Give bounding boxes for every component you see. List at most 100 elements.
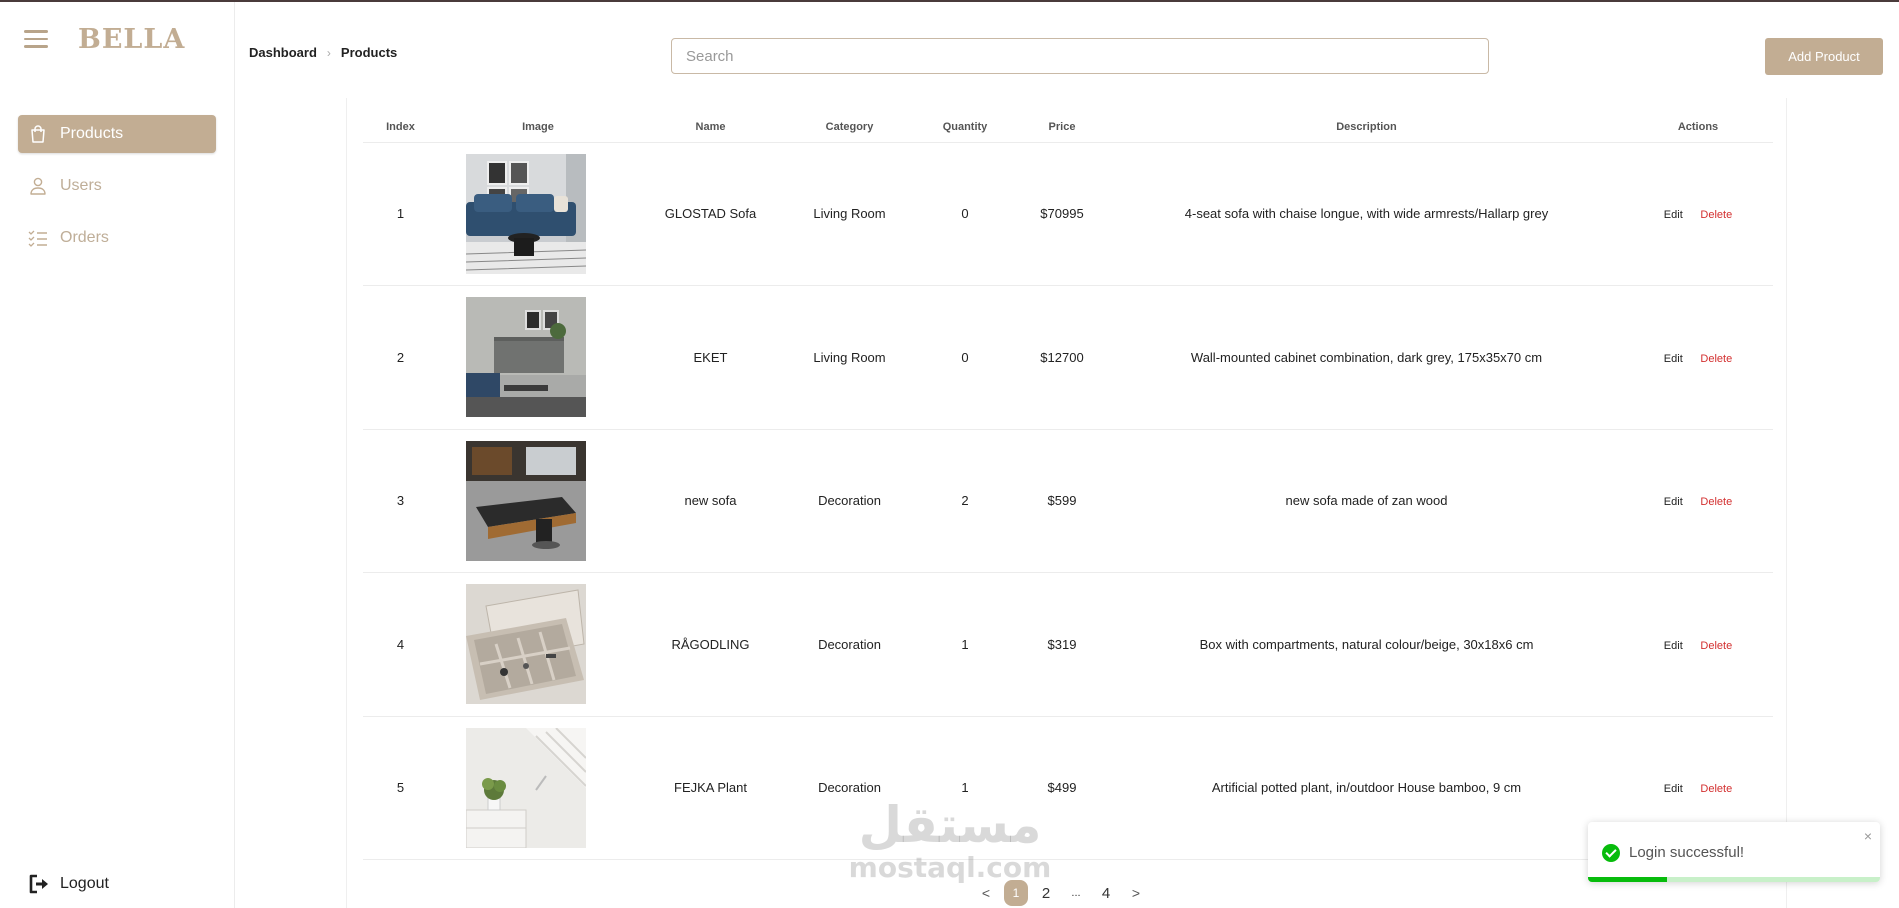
column-header-actions: Actions — [1623, 112, 1773, 143]
check-circle-icon — [1602, 844, 1620, 862]
pagination-next-button[interactable]: > — [1124, 880, 1148, 906]
shopping-bag-icon — [28, 124, 48, 144]
cell-quantity: 1 — [916, 572, 1014, 717]
menu-toggle-icon[interactable] — [24, 30, 48, 48]
sidebar-item-products[interactable]: Products — [18, 115, 216, 153]
add-product-button[interactable]: Add Product — [1765, 38, 1883, 75]
column-header-quantity: Quantity — [916, 112, 1014, 143]
pagination-page-1[interactable]: 1 — [1004, 880, 1028, 906]
cell-index: 4 — [363, 572, 438, 717]
cell-description: Artificial potted plant, in/outdoor Hous… — [1110, 716, 1623, 860]
cell-name: RÅGODLING — [638, 572, 783, 717]
product-image — [466, 727, 586, 848]
delete-button[interactable]: Delete — [1700, 783, 1732, 795]
sidebar-nav: Products Users Orders — [18, 115, 216, 271]
logout-label: Logout — [60, 875, 109, 892]
user-icon — [28, 176, 48, 196]
column-header-name: Name — [638, 112, 783, 143]
delete-button[interactable]: Delete — [1700, 640, 1732, 652]
breadcrumb: Dashboard › Products — [249, 45, 397, 60]
cell-price: $70995 — [1014, 142, 1110, 286]
cell-index: 3 — [363, 429, 438, 573]
cell-category: Decoration — [783, 716, 916, 860]
cell-name: new sofa — [638, 429, 783, 573]
column-header-category: Category — [783, 112, 916, 143]
pagination-prev-button[interactable]: < — [974, 880, 998, 906]
edit-button[interactable]: Edit — [1664, 496, 1683, 508]
pagination-page-2[interactable]: 2 — [1034, 880, 1058, 906]
cell-name: FEJKA Plant — [638, 716, 783, 860]
cell-description: Wall-mounted cabinet combination, dark g… — [1110, 285, 1623, 430]
breadcrumb-dashboard[interactable]: Dashboard — [249, 45, 317, 60]
sidebar-item-label: Orders — [60, 229, 109, 246]
table-row: 2 EKET Living Room 0 $12700 Wall-mounted… — [363, 285, 1773, 430]
edit-button[interactable]: Edit — [1664, 783, 1683, 795]
cell-price: $319 — [1014, 572, 1110, 717]
column-header-description: Description — [1110, 112, 1623, 143]
column-header-index: Index — [363, 112, 438, 143]
product-image — [466, 297, 586, 418]
products-table: Index Image Name Category Quantity Price… — [363, 112, 1773, 860]
product-image — [466, 440, 586, 561]
search-input[interactable] — [671, 38, 1489, 74]
cell-index: 2 — [363, 285, 438, 430]
toast-message: Login successful! — [1629, 844, 1745, 861]
logout-button[interactable]: Logout — [28, 874, 109, 894]
cell-price: $12700 — [1014, 285, 1110, 430]
toast-progress-bar — [1588, 877, 1667, 882]
table-row: 4 RÅGODLING Decoration 1 $319 Box with c… — [363, 572, 1773, 717]
table-row: 5 FEJKA Plant Decoration 1 $499 Artifici… — [363, 716, 1773, 860]
sidebar-item-label: Users — [60, 177, 102, 194]
delete-button[interactable]: Delete — [1700, 496, 1732, 508]
delete-button[interactable]: Delete — [1700, 209, 1732, 221]
column-header-price: Price — [1014, 112, 1110, 143]
cell-actions: Edit Delete — [1623, 142, 1773, 286]
cell-price: $599 — [1014, 429, 1110, 573]
column-header-image: Image — [438, 112, 638, 143]
cell-quantity: 1 — [916, 716, 1014, 860]
cell-quantity: 0 — [916, 285, 1014, 430]
cell-actions: Edit Delete — [1623, 285, 1773, 430]
product-image — [466, 584, 586, 705]
table-row: 1 GLOSTAD Sofa Living Room 0 $70995 4-se… — [363, 142, 1773, 286]
sidebar-item-orders[interactable]: Orders — [18, 219, 216, 257]
cell-index: 1 — [363, 142, 438, 286]
logout-icon — [29, 874, 48, 894]
toast-notification: Login successful! × — [1588, 822, 1880, 882]
cell-description: new sofa made of zan wood — [1110, 429, 1623, 573]
close-icon[interactable]: × — [1864, 828, 1872, 844]
pagination-ellipsis: ... — [1071, 887, 1081, 899]
checklist-icon — [28, 228, 48, 248]
cell-index: 5 — [363, 716, 438, 860]
toast-progress-track — [1588, 877, 1880, 882]
pagination: < 1 2 ... 4 > — [974, 880, 1154, 906]
sidebar: BELLA Products Users Orders Logout — [0, 2, 235, 908]
edit-button[interactable]: Edit — [1664, 353, 1683, 365]
edit-button[interactable]: Edit — [1664, 640, 1683, 652]
table-row: 3 new sofa Decoration 2 $599 new sofa ma… — [363, 429, 1773, 573]
cell-name: EKET — [638, 285, 783, 430]
breadcrumb-products: Products — [340, 45, 398, 60]
products-card: Index Image Name Category Quantity Price… — [346, 98, 1787, 908]
cell-description: Box with compartments, natural colour/be… — [1110, 572, 1623, 717]
brand-logo: BELLA — [78, 24, 186, 55]
table-header-row: Index Image Name Category Quantity Price… — [363, 112, 1773, 143]
pagination-page-4[interactable]: 4 — [1094, 880, 1118, 906]
edit-button[interactable]: Edit — [1664, 209, 1683, 221]
sidebar-item-label: Products — [60, 125, 124, 142]
cell-actions: Edit Delete — [1623, 429, 1773, 573]
product-image — [466, 153, 586, 274]
cell-actions: Edit Delete — [1623, 572, 1773, 717]
chevron-right-icon: › — [326, 45, 331, 60]
cell-category: Living Room — [783, 142, 916, 286]
cell-category: Living Room — [783, 285, 916, 430]
cell-category: Decoration — [783, 572, 916, 717]
cell-quantity: 0 — [916, 142, 1014, 286]
sidebar-item-users[interactable]: Users — [18, 167, 216, 205]
delete-button[interactable]: Delete — [1700, 353, 1732, 365]
cell-category: Decoration — [783, 429, 916, 573]
cell-name: GLOSTAD Sofa — [638, 142, 783, 286]
cell-description: 4-seat sofa with chaise longue, with wid… — [1110, 142, 1623, 286]
cell-price: $499 — [1014, 716, 1110, 860]
cell-quantity: 2 — [916, 429, 1014, 573]
